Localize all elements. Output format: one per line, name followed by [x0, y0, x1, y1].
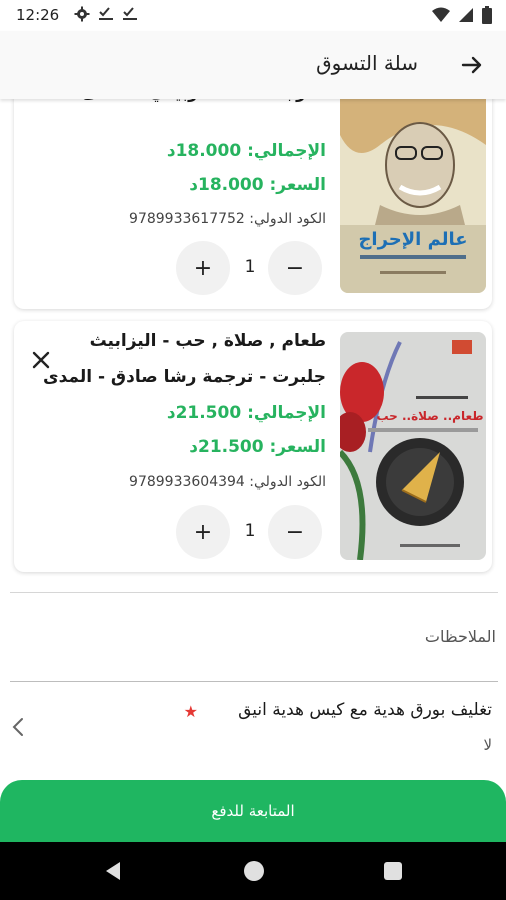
checkout-button[interactable]: المتابعة للدفع — [0, 780, 506, 842]
decrease-quantity-button[interactable]: − — [268, 505, 322, 559]
wifi-icon — [432, 7, 450, 22]
increase-quantity-button[interactable]: + — [176, 241, 230, 295]
nav-back-icon[interactable] — [104, 861, 122, 881]
quantity-value: 1 — [244, 521, 256, 541]
cart-item-card: طعام.. صلاة.. حب طعام , صلاة , حب - اليز… — [14, 321, 492, 572]
notes-underline — [10, 681, 498, 682]
increase-quantity-button[interactable]: + — [176, 505, 230, 559]
required-star-icon: ★ — [183, 702, 198, 721]
total-price: الإجمالي: 18.000د — [166, 141, 326, 161]
status-notification-icons — [74, 6, 138, 22]
isbn-code: الكود الدولي: 9789933604394 — [129, 474, 326, 490]
system-nav-bar — [0, 842, 506, 900]
status-system-icons — [432, 6, 492, 24]
unit-price: السعر: 21.500د — [189, 437, 326, 457]
close-icon — [32, 351, 50, 369]
divider — [10, 592, 498, 593]
unit-price: السعر: 18.000د — [189, 175, 326, 195]
chevron-left-icon[interactable] — [10, 715, 26, 739]
arrow-right-icon — [461, 56, 482, 74]
gift-wrap-value[interactable]: لا — [483, 736, 492, 754]
check-download-icon — [123, 7, 137, 20]
notes-field[interactable]: الملاحظات — [425, 627, 496, 646]
page-title: سلة التسوق — [316, 51, 418, 75]
signal-icon — [459, 8, 473, 22]
gear-icon — [74, 6, 90, 22]
back-button[interactable] — [456, 49, 488, 81]
remove-item-button[interactable] — [28, 347, 54, 373]
gift-wrap-title[interactable]: تغليف بورق هدية مع كيس هدية انيق — [238, 700, 492, 720]
nav-recents-icon[interactable] — [384, 862, 402, 880]
book-cover-title: عالم الإحراج — [358, 229, 467, 250]
book-cover-title: طعام.. صلاة.. حب — [376, 409, 483, 424]
book-title: طعام , صلاة , حب - اليزابيث جلبرت - ترجم… — [43, 331, 326, 387]
cart-content[interactable]: عالم الإحراج - ترجمة احمد الزبيدي - المد… — [0, 99, 506, 780]
isbn-code: الكود الدولي: 9789933617752 — [129, 211, 326, 227]
quantity-value: 1 — [244, 257, 256, 277]
check-download-icon — [99, 7, 113, 20]
decrease-quantity-button[interactable]: − — [268, 241, 322, 295]
nav-home-icon[interactable] — [244, 861, 264, 881]
book-cover-image: عالم الإحراج — [340, 99, 486, 293]
app-bar: سلة التسوق — [0, 31, 506, 99]
status-bar: 12:26 — [0, 0, 506, 31]
status-time: 12:26 — [16, 6, 60, 24]
cart-item-card: عالم الإحراج - ترجمة احمد الزبيدي - المد… — [14, 99, 492, 309]
book-cover-image: طعام.. صلاة.. حب — [340, 332, 486, 560]
book-title: - ترجمة احمد الزبيدي - المدى — [82, 99, 326, 111]
total-price: الإجمالي: 21.500د — [166, 403, 326, 423]
battery-icon — [482, 6, 492, 24]
